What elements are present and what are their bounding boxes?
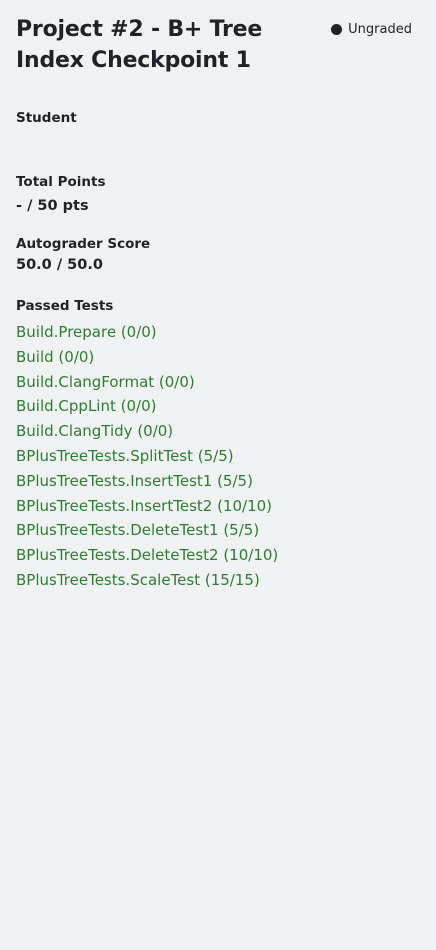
- passed-test-item: Build.CppLint (0/0): [16, 397, 157, 416]
- autograder-score-value: 50.0 / 50.0: [16, 257, 103, 273]
- passed-test-item: BPlusTreeTests.InsertTest1 (5/5): [16, 471, 253, 490]
- passed-test-item: Build.ClangTidy (0/0): [16, 422, 174, 441]
- passed-tests-list: Build.Prepare (0/0) Build (0/0) Build.Cl…: [16, 320, 420, 593]
- passed-test-item: BPlusTreeTests.ScaleTest (15/15): [16, 570, 260, 589]
- passed-test-item: Build (0/0): [16, 347, 95, 366]
- passed-test-item: BPlusTreeTests.SplitTest (5/5): [16, 446, 234, 465]
- grading-status-badge: Ungraded: [331, 22, 412, 37]
- passed-tests-section: Passed Tests Build.Prepare (0/0) Build (…: [16, 297, 420, 593]
- total-points-value: - / 50 pts: [16, 198, 89, 214]
- total-points-label: Total Points: [16, 174, 106, 190]
- grading-status-label: Ungraded: [348, 22, 412, 37]
- autograder-section: Autograder Score 50.0 / 50.0: [16, 235, 420, 274]
- status-dot-icon: [331, 24, 343, 35]
- submission-panel: Project #2 - B+ Tree Index Checkpoint 1 …: [0, 0, 436, 950]
- passed-test-item: BPlusTreeTests.DeleteTest1 (5/5): [16, 521, 260, 540]
- passed-test-item: Build.ClangFormat (0/0): [16, 372, 195, 391]
- assignment-title: Project #2 - B+ Tree Index Checkpoint 1: [16, 17, 263, 73]
- autograder-score-label: Autograder Score: [16, 236, 151, 252]
- student-section: Student: [16, 109, 420, 165]
- student-label: Student: [16, 110, 77, 126]
- passed-tests-label: Passed Tests: [16, 298, 114, 314]
- passed-test-item: BPlusTreeTests.DeleteTest2 (10/10): [16, 546, 279, 565]
- passed-test-item: BPlusTreeTests.InsertTest2 (10/10): [16, 496, 273, 515]
- submission-header: Project #2 - B+ Tree Index Checkpoint 1 …: [16, 14, 420, 76]
- passed-test-item: Build.Prepare (0/0): [16, 323, 157, 341]
- total-points-section: Total Points - / 50 pts: [16, 173, 420, 215]
